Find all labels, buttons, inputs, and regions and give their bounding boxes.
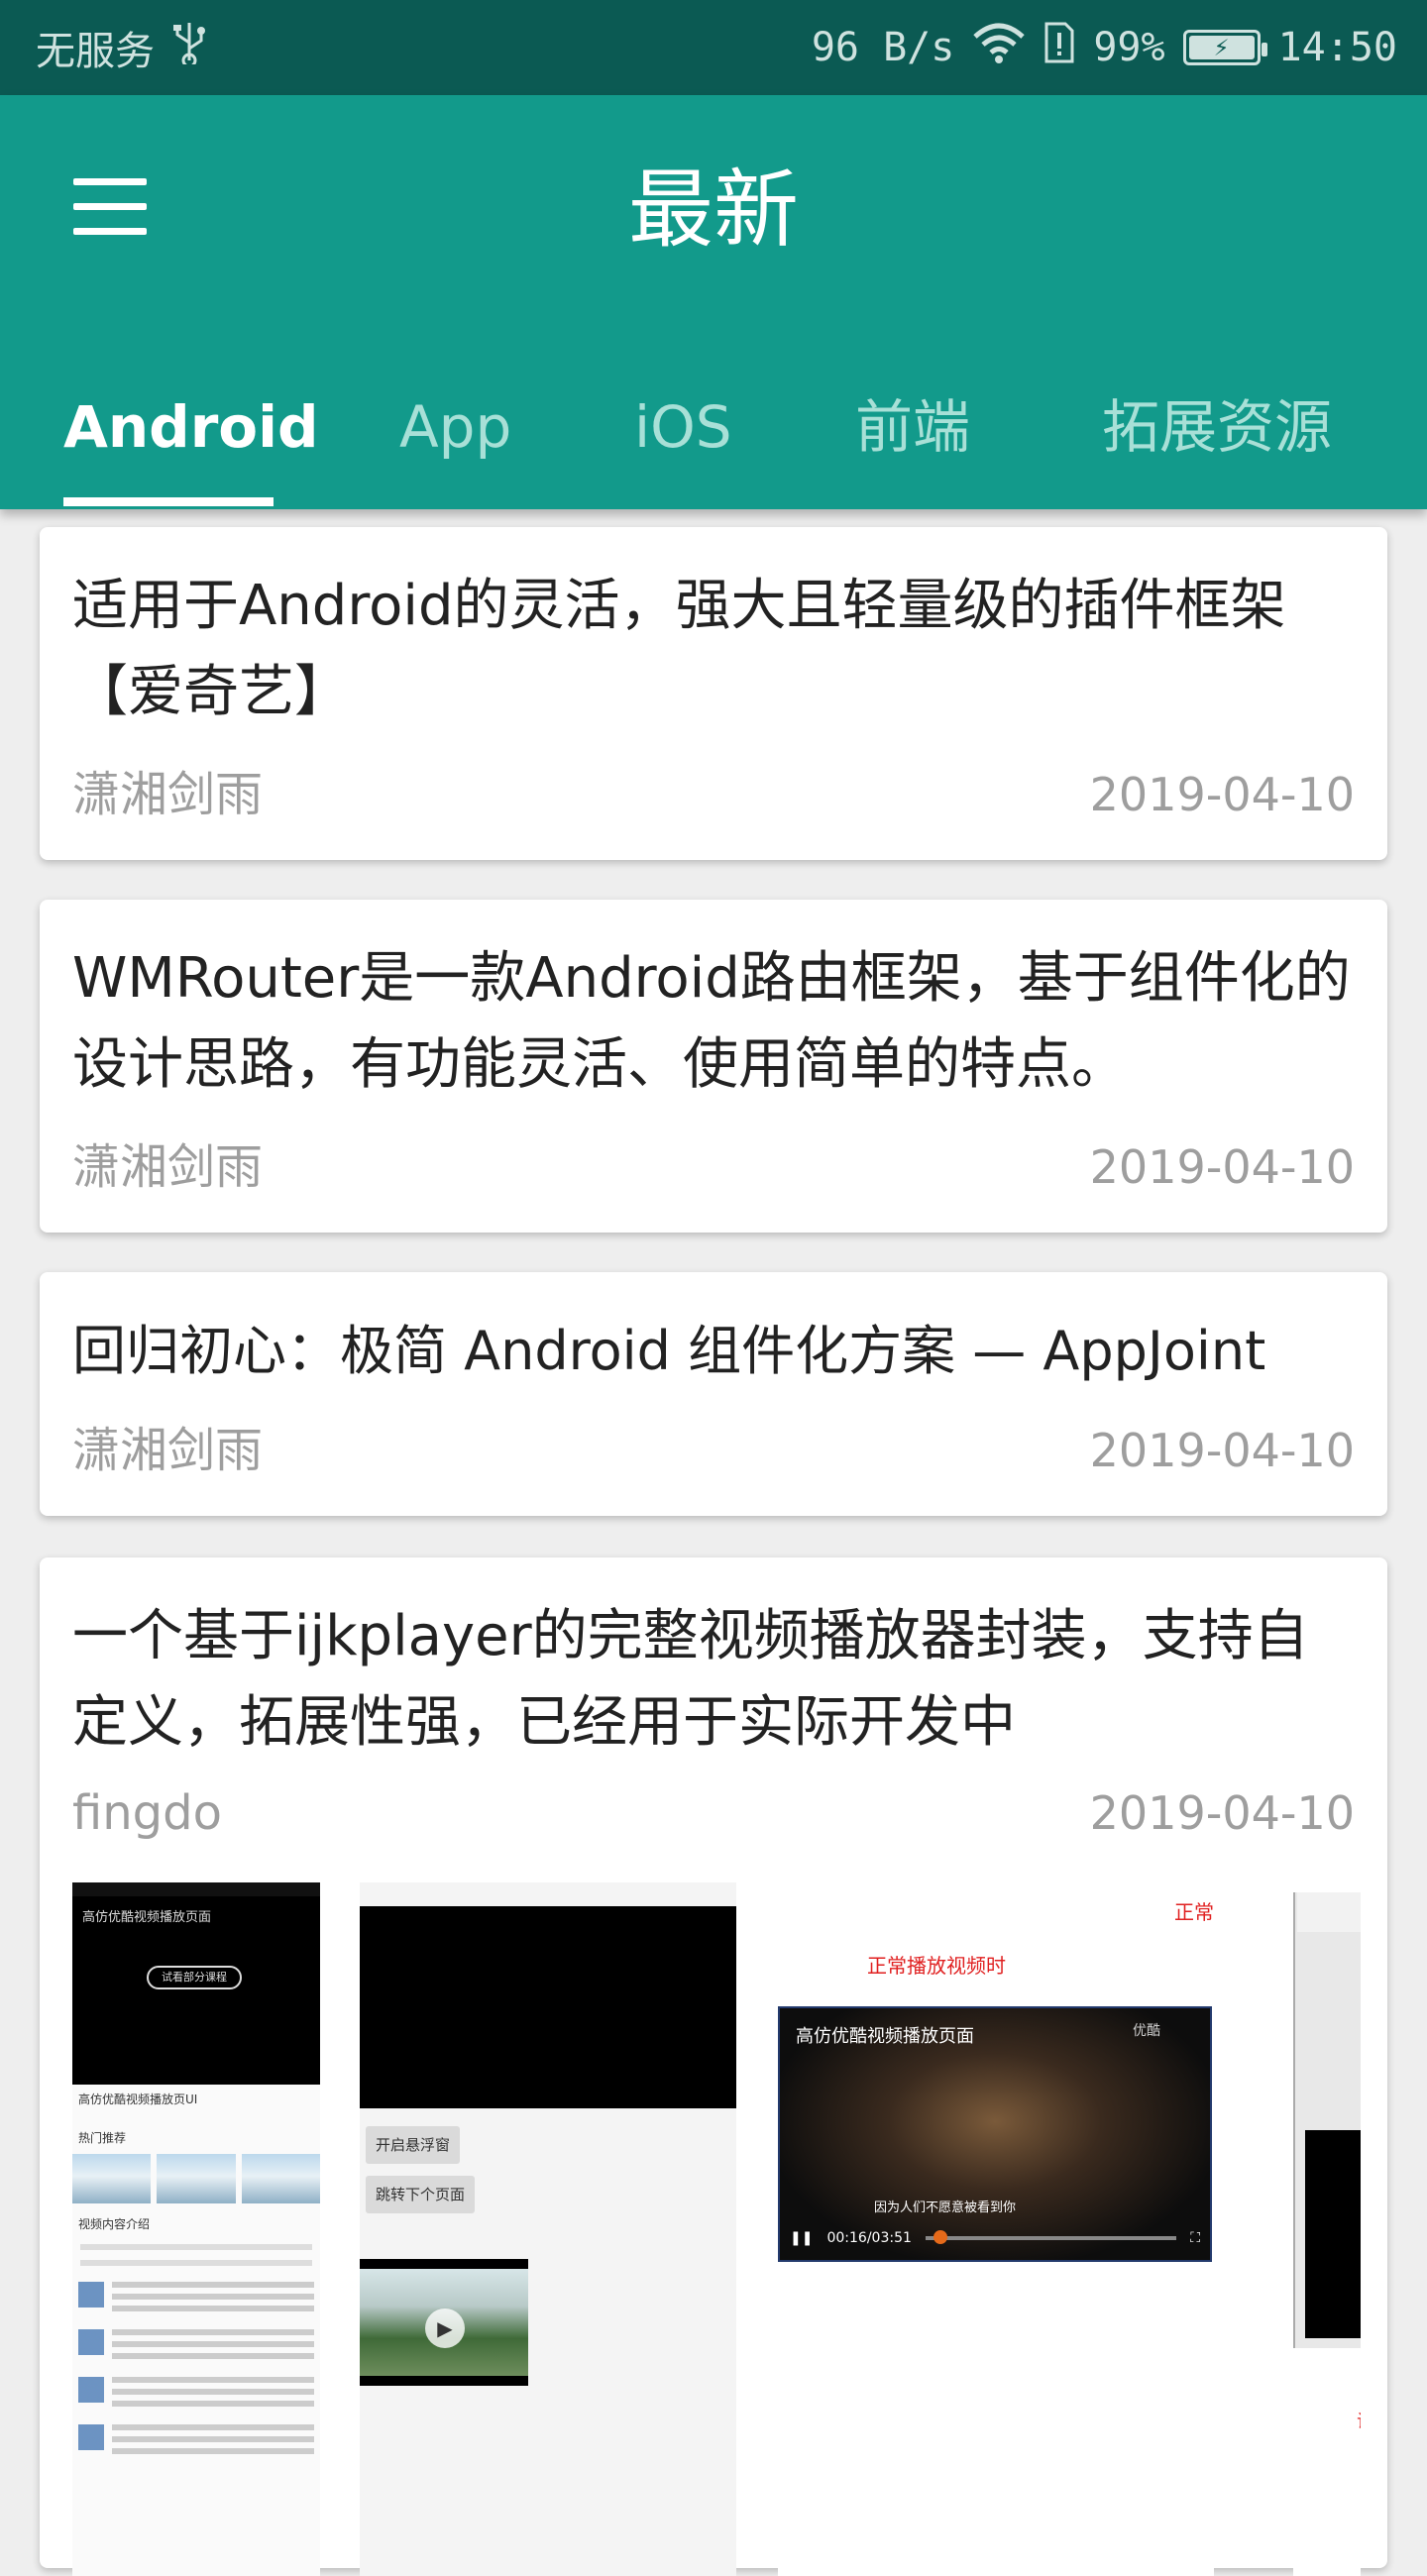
network-speed: 96 B/s [811,25,955,70]
page-title: 最新 [628,161,799,260]
app-bar: 最新 Android App iOS 前端 拓展资源 [0,95,1427,509]
video-player-preview: 高仿优酷视频播放页面 优酷 因为人们不愿意被看到你 ❚❚ 00:16/03:51… [778,2006,1212,2262]
article-date: 2019-04-10 [1089,768,1355,821]
article-title: 适用于Android的灵活，强大且轻量级的插件框架【爱奇艺】 [72,574,1286,724]
article-card[interactable]: WMRouter是一款Android路由框架，基于组件化的设计思路，有功能灵活、… [40,900,1387,1233]
article-date: 2019-04-10 [1089,1424,1355,1477]
tab-frontend[interactable]: 前端 [855,363,970,509]
article-card[interactable]: 回归初心：极简 Android 组件化方案 — AppJoint 潇湘剑雨 20… [40,1272,1387,1516]
video-progress [925,2230,1177,2244]
article-author: 潇湘剑雨 [72,1423,264,1478]
article-date: 2019-04-10 [1089,1786,1355,1840]
video-subtitle: 因为人们不愿意被看到你 [874,2200,1017,2215]
thumbnail-header: 高仿优酷视频播放页面 [82,1910,212,1925]
video-time: 00:16/03:51 [826,2230,912,2246]
article-card[interactable]: 一个基于ijkplayer的完整视频播放器封装，支持自定义，拓展性强，已经用于实… [40,1557,1387,2576]
fullscreen-icon: ⛶ [1190,2230,1200,2246]
tab-android[interactable]: Android [63,363,319,509]
wifi-icon [972,21,1026,74]
tab-ios[interactable]: iOS [634,363,732,509]
article-author: 潇湘剑雨 [72,767,264,822]
tab-app[interactable]: App [399,363,511,509]
thumbnail-section: 高仿优酷视频播放页UI [78,2093,198,2106]
tab-bar: Android App iOS 前端 拓展资源 [0,363,1427,509]
tab-indicator [63,497,274,506]
status-bar: 无服务 96 B/s 99% ⚡ 14:50 [0,0,1427,95]
article-date: 2019-04-10 [1089,1140,1355,1194]
screenshot-thumbnail[interactable]: 高仿优酷视频播放页面 试看部分课程 高仿优酷视频播放页UI 热门推荐 视频内容介… [72,1882,320,2576]
article-author: 潇湘剑雨 [72,1139,264,1195]
play-icon: ▶ [425,2308,465,2348]
thumbnail-label: 试看 [1357,2408,1361,2433]
article-title: 一个基于ijkplayer的完整视频播放器封装，支持自定义，拓展性强，已经用于实… [72,1604,1309,1755]
screenshot-thumbnail[interactable]: 正常 正常播放视频时 高仿优酷视频播放页面 优酷 因为人们不愿意被看到你 ❚❚ … [778,1882,1214,2576]
article-author: fingdo [72,1785,222,1841]
carrier-label: 无服务 [36,29,155,74]
next-page-button: 跳转下个页面 [366,2176,476,2213]
pause-icon: ❚❚ [790,2230,814,2246]
thumbnail-section: 视频内容介绍 [78,2217,151,2231]
video-brand: 优酷 [1133,2023,1160,2039]
screenshot-thumbnail[interactable]: 试看 [1293,1882,1361,2576]
article-title: 回归初心：极简 Android 组件化方案 — AppJoint [72,1320,1266,1382]
floating-window-button: 开启悬浮窗 [366,2126,461,2164]
battery-icon: ⚡ [1182,30,1267,65]
tab-extended-resources[interactable]: 拓展资源 [1102,363,1332,509]
article-title: WMRouter是一款Android路由框架，基于组件化的设计思路，有功能灵活、… [72,946,1351,1097]
screenshot-thumbnail[interactable]: 开启悬浮窗 跳转下个页面 ▶ [360,1882,736,2576]
trial-course-pill: 试看部分课程 [147,1966,242,1989]
article-card[interactable]: 适用于Android的灵活，强大且轻量级的插件框架【爱奇艺】 潇湘剑雨 2019… [40,527,1387,860]
battery-percent: 99% [1093,25,1165,70]
thumbnail-label: 正常播放视频时 [867,1954,1006,1978]
usb-icon [172,21,206,74]
screenshot-gallery: 高仿优酷视频播放页面 试看部分课程 高仿优酷视频播放页UI 热门推荐 视频内容介… [72,1882,1361,2576]
sim-alert-icon [1043,21,1075,74]
video-title: 高仿优酷视频播放页面 [796,2026,974,2047]
thumbnail-label: 正常 [1174,1900,1214,1924]
clock: 14:50 [1277,25,1397,70]
thumbnail-section: 热门推荐 [78,2131,127,2145]
